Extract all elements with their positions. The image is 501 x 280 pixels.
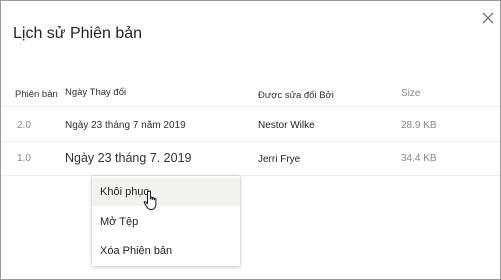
menu-item-open-file[interactable]: Mở Tệp bbox=[92, 208, 240, 236]
row-divider bbox=[1, 175, 500, 176]
version-history-dialog: Lịch sử Phiên bản Phiên bản Ngày Thay đổ… bbox=[0, 0, 501, 280]
column-header-version[interactable]: Phiên bản bbox=[15, 89, 58, 100]
menu-item-label: Mở Tệp bbox=[100, 216, 139, 228]
row-version: 2.0 bbox=[17, 120, 31, 131]
row-size: 28.9 KB bbox=[401, 120, 437, 131]
row-version: 1.0 bbox=[17, 153, 31, 164]
dialog-title: Lịch sử Phiên bản bbox=[13, 25, 143, 42]
close-icon bbox=[482, 12, 494, 24]
version-context-menu: Khôi phục Mở Tệp Xóa Phiên bản bbox=[92, 176, 240, 266]
menu-item-label: Xóa Phiên bản bbox=[100, 245, 173, 257]
column-header-modified-by[interactable]: Được sửa đổi Bởi bbox=[258, 90, 334, 101]
column-header-size[interactable]: Size bbox=[401, 88, 420, 99]
row-divider bbox=[1, 141, 500, 142]
row-modified-by: Nestor Wilke bbox=[258, 120, 315, 131]
column-header-date[interactable]: Ngày Thay đổi bbox=[65, 87, 126, 98]
row-modified-by: Jerri Frye bbox=[258, 154, 301, 165]
hand-pointer-icon bbox=[143, 190, 157, 210]
header-divider bbox=[1, 106, 500, 107]
menu-item-delete-version[interactable]: Xóa Phiên bản bbox=[92, 237, 240, 265]
row-date[interactable]: Ngày 23 tháng 7 năm 2019 bbox=[65, 120, 186, 131]
row-size: 34.4 KB bbox=[401, 153, 437, 164]
close-button[interactable] bbox=[480, 10, 496, 26]
menu-item-restore[interactable]: Khôi phục bbox=[92, 178, 240, 206]
row-date[interactable]: Ngày 23 tháng 7. 2019 bbox=[65, 151, 192, 165]
